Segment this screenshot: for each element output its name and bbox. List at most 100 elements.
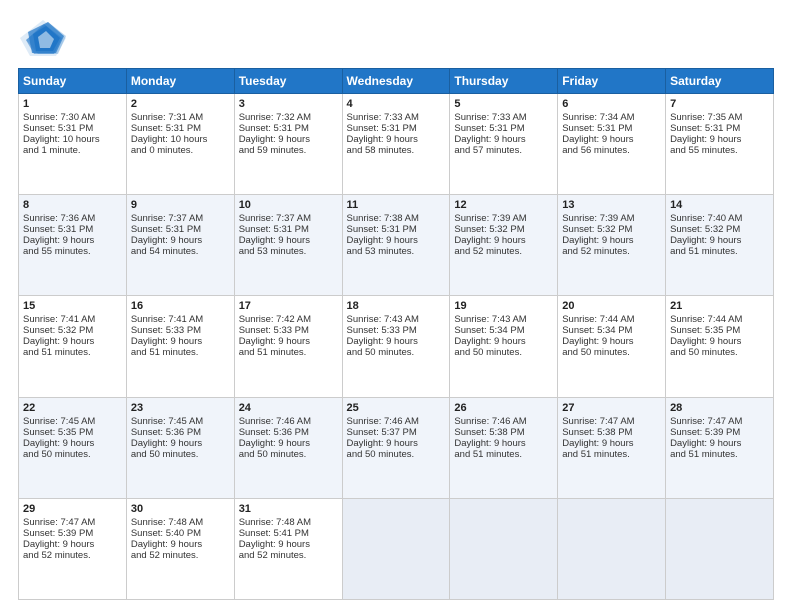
day-info-line: Daylight: 9 hours xyxy=(239,438,338,449)
day-number: 6 xyxy=(562,98,661,110)
day-number: 13 xyxy=(562,199,661,211)
day-info-line: Daylight: 9 hours xyxy=(239,134,338,145)
day-number: 16 xyxy=(131,300,230,312)
day-info-line: Sunrise: 7:33 AM xyxy=(454,112,553,123)
day-info-line: Sunrise: 7:47 AM xyxy=(23,517,122,528)
day-info-line: and 50 minutes. xyxy=(347,347,446,358)
day-info-line: Sunset: 5:38 PM xyxy=(562,427,661,438)
day-info-line: Daylight: 9 hours xyxy=(670,438,769,449)
calendar-header-wednesday: Wednesday xyxy=(342,69,450,94)
day-info-line: Sunset: 5:31 PM xyxy=(670,123,769,134)
day-number: 29 xyxy=(23,503,122,515)
day-info-line: Sunset: 5:39 PM xyxy=(23,528,122,539)
calendar-day-cell: 27Sunrise: 7:47 AMSunset: 5:38 PMDayligh… xyxy=(558,397,666,498)
calendar-day-cell: 28Sunrise: 7:47 AMSunset: 5:39 PMDayligh… xyxy=(666,397,774,498)
calendar-header-sunday: Sunday xyxy=(19,69,127,94)
day-info-line: and 51 minutes. xyxy=(239,347,338,358)
calendar-day-cell: 18Sunrise: 7:43 AMSunset: 5:33 PMDayligh… xyxy=(342,296,450,397)
day-info-line: and 55 minutes. xyxy=(23,246,122,257)
day-info-line: and 1 minute. xyxy=(23,145,122,156)
calendar-header-row: SundayMondayTuesdayWednesdayThursdayFrid… xyxy=(19,69,774,94)
day-info-line: and 53 minutes. xyxy=(347,246,446,257)
day-info-line: Sunset: 5:34 PM xyxy=(562,325,661,336)
day-info-line: Sunrise: 7:44 AM xyxy=(562,314,661,325)
day-info-line: Sunset: 5:32 PM xyxy=(562,224,661,235)
day-info-line: Sunrise: 7:47 AM xyxy=(562,416,661,427)
day-info-line: and 52 minutes. xyxy=(239,550,338,561)
day-number: 22 xyxy=(23,402,122,414)
day-info-line: Daylight: 9 hours xyxy=(239,336,338,347)
day-number: 26 xyxy=(454,402,553,414)
day-info-line: and 59 minutes. xyxy=(239,145,338,156)
day-info-line: Sunrise: 7:39 AM xyxy=(454,213,553,224)
day-number: 14 xyxy=(670,199,769,211)
day-info-line: Daylight: 9 hours xyxy=(454,438,553,449)
day-info-line: Daylight: 9 hours xyxy=(23,539,122,550)
day-info-line: Sunrise: 7:36 AM xyxy=(23,213,122,224)
day-info-line: Sunset: 5:38 PM xyxy=(454,427,553,438)
day-info-line: and 51 minutes. xyxy=(131,347,230,358)
day-info-line: Sunrise: 7:32 AM xyxy=(239,112,338,123)
day-number: 3 xyxy=(239,98,338,110)
day-info-line: and 50 minutes. xyxy=(670,347,769,358)
day-info-line: Daylight: 9 hours xyxy=(23,235,122,246)
header xyxy=(18,18,774,58)
day-number: 17 xyxy=(239,300,338,312)
calendar-day-cell: 6Sunrise: 7:34 AMSunset: 5:31 PMDaylight… xyxy=(558,94,666,195)
day-info-line: Sunset: 5:31 PM xyxy=(131,224,230,235)
calendar-week-row: 22 Sunrise: 7:45 AMSunset: 5:35 PM Dayligh… xyxy=(19,397,774,498)
calendar-day-cell: 10Sunrise: 7:37 AMSunset: 5:31 PMDayligh… xyxy=(234,195,342,296)
day-info-line: Sunrise: 7:30 AM xyxy=(23,112,122,123)
day-info-line: Daylight: 9 hours xyxy=(347,235,446,246)
day-info-line: Sunrise: 7:38 AM xyxy=(347,213,446,224)
day-info-line: Sunset: 5:31 PM xyxy=(347,224,446,235)
day-info-line: Sunset: 5:31 PM xyxy=(239,123,338,134)
day-info-line: and 50 minutes. xyxy=(347,449,446,460)
day-info-line: Daylight: 9 hours xyxy=(562,438,661,449)
day-info-line: Daylight: 9 hours xyxy=(347,438,446,449)
day-info-line: Daylight: 9 hours xyxy=(347,336,446,347)
day-info-line: and 55 minutes. xyxy=(670,145,769,156)
day-number: 10 xyxy=(239,199,338,211)
day-number: 24 xyxy=(239,402,338,414)
day-info-line: Daylight: 10 hours xyxy=(23,134,122,145)
day-info-line: Sunrise: 7:33 AM xyxy=(347,112,446,123)
day-info-line: Daylight: 9 hours xyxy=(239,235,338,246)
day-info-line: and 52 minutes. xyxy=(562,246,661,257)
calendar-empty-cell xyxy=(558,498,666,599)
day-number: 19 xyxy=(454,300,553,312)
day-info-line: Daylight: 9 hours xyxy=(562,336,661,347)
day-info-line: Daylight: 9 hours xyxy=(454,134,553,145)
day-number: 2 xyxy=(131,98,230,110)
day-info-line: Sunset: 5:37 PM xyxy=(347,427,446,438)
day-info-line: Sunset: 5:41 PM xyxy=(239,528,338,539)
day-info-line: Sunrise: 7:31 AM xyxy=(131,112,230,123)
day-info-line: Daylight: 9 hours xyxy=(670,336,769,347)
calendar-week-row: 8Sunrise: 7:36 AMSunset: 5:31 PMDaylight… xyxy=(19,195,774,296)
day-info-line: and 51 minutes. xyxy=(454,449,553,460)
day-info-line: and 52 minutes. xyxy=(454,246,553,257)
day-info-line: Sunrise: 7:46 AM xyxy=(347,416,446,427)
day-number: 23 xyxy=(131,402,230,414)
calendar-day-cell: 15Sunrise: 7:41 AMSunset: 5:32 PMDayligh… xyxy=(19,296,127,397)
day-info-line: Daylight: 9 hours xyxy=(670,235,769,246)
day-info-line: Sunset: 5:35 PM xyxy=(23,427,122,438)
calendar-day-cell: 12Sunrise: 7:39 AMSunset: 5:32 PMDayligh… xyxy=(450,195,558,296)
day-info-line: and 56 minutes. xyxy=(562,145,661,156)
day-info-line: Sunset: 5:40 PM xyxy=(131,528,230,539)
day-info-line: and 51 minutes. xyxy=(562,449,661,460)
day-info-line: Sunset: 5:33 PM xyxy=(131,325,230,336)
day-info-line: Sunrise: 7:48 AM xyxy=(131,517,230,528)
calendar-day-cell: 26Sunrise: 7:46 AMSunset: 5:38 PMDayligh… xyxy=(450,397,558,498)
calendar-day-cell: 22Sunrise: 7:45 AMSunset: 5:35 PMDayligh… xyxy=(19,397,127,498)
day-info-line: Daylight: 9 hours xyxy=(131,336,230,347)
calendar-day-cell: 4Sunrise: 7:33 AMSunset: 5:31 PMDaylight… xyxy=(342,94,450,195)
day-info-line: Daylight: 9 hours xyxy=(454,336,553,347)
day-info-line: Daylight: 9 hours xyxy=(562,235,661,246)
day-info-line: Daylight: 9 hours xyxy=(131,438,230,449)
day-info-line: Sunrise: 7:45 AM xyxy=(23,416,122,427)
day-number: 7 xyxy=(670,98,769,110)
calendar-day-cell: 1Sunrise: 7:30 AMSunset: 5:31 PMDaylight… xyxy=(19,94,127,195)
day-info-line: and 52 minutes. xyxy=(23,550,122,561)
day-info-line: Daylight: 9 hours xyxy=(670,134,769,145)
